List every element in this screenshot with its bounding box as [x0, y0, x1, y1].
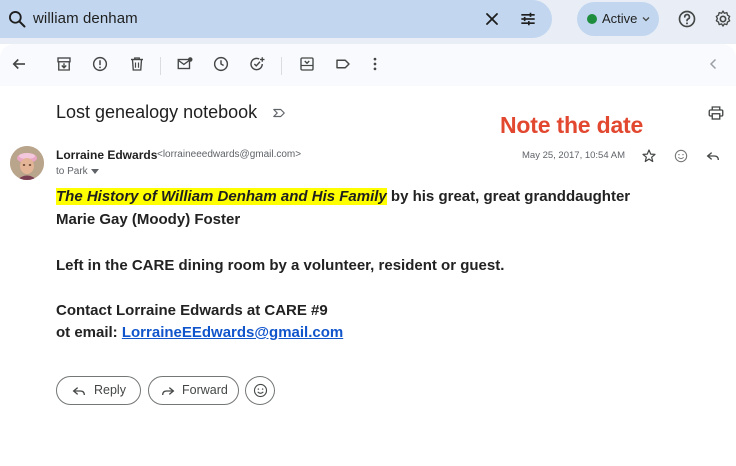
reply-label: Reply [94, 383, 126, 397]
toolbar-divider [160, 57, 161, 75]
search-options-icon[interactable] [518, 9, 538, 29]
label-icon[interactable] [334, 55, 352, 73]
avatar[interactable] [10, 146, 44, 180]
message-toolbar [0, 44, 736, 86]
email-line: ot email: LorraineEEdwards@gmail.com [56, 322, 726, 344]
status-selector[interactable]: Active [577, 2, 659, 36]
star-icon[interactable] [641, 148, 657, 164]
toolbar-divider [281, 57, 282, 75]
more-icon[interactable] [366, 55, 384, 73]
status-label: Active [602, 11, 638, 26]
recipient-line: to Park [56, 166, 88, 177]
top-bar: william denham Active [0, 0, 736, 44]
email-date: May 25, 2017, 10:54 AM [522, 150, 625, 161]
help-icon[interactable] [677, 9, 697, 29]
report-spam-icon[interactable] [91, 55, 109, 73]
forward-button[interactable]: Forward [148, 376, 239, 405]
annotation-note: Note the date [500, 112, 644, 138]
search-icon[interactable] [7, 9, 27, 29]
book-title: The History of William Denham and His Fa… [56, 188, 387, 205]
mark-unread-icon[interactable] [176, 55, 194, 73]
found-location-line: Left in the CARE dining room by a volunt… [56, 257, 505, 274]
search-input[interactable]: william denham [33, 10, 138, 27]
author-line: Marie Gay (Moody) Foster [56, 211, 241, 228]
contact-email-link[interactable]: LorraineEEdwards@gmail.com [122, 324, 343, 341]
sender-name[interactable]: Lorraine Edwards [56, 148, 157, 162]
status-dot [587, 14, 597, 24]
email-body-paragraph-1: The History of William Denham and His Fa… [56, 186, 726, 208]
previous-icon[interactable] [705, 55, 723, 73]
emoji-icon [253, 383, 268, 398]
recipient-details-caret-icon[interactable] [91, 169, 99, 175]
search-bar[interactable]: william denham [0, 0, 552, 38]
print-icon[interactable] [707, 104, 725, 122]
reply-button[interactable]: Reply [56, 376, 141, 405]
emoji-react-button[interactable] [245, 376, 275, 405]
forward-label: Forward [182, 383, 228, 397]
email-line-prefix: ot email: [56, 324, 122, 341]
snooze-icon[interactable] [212, 55, 230, 73]
chevron-down-icon [642, 17, 650, 22]
settings-icon[interactable] [713, 9, 733, 29]
add-to-tasks-icon[interactable] [248, 55, 266, 73]
contact-line: Contact Lorraine Edwards at CARE #9 [56, 302, 328, 319]
back-icon[interactable] [10, 55, 28, 73]
email-subject: Lost genealogy notebook [56, 102, 258, 122]
forward-icon [162, 387, 175, 396]
emoji-reaction-icon[interactable] [673, 148, 689, 164]
archive-icon[interactable] [55, 55, 73, 73]
move-to-icon[interactable] [298, 55, 316, 73]
sender-email: <lorraineeedwards@gmail.com> [157, 149, 302, 160]
delete-icon[interactable] [128, 55, 146, 73]
clear-icon[interactable] [482, 9, 502, 29]
avatar-photo [10, 146, 44, 180]
book-byline: by his great, great granddaughter [386, 188, 631, 205]
importance-marker-icon[interactable] [272, 106, 286, 120]
reply-icon[interactable] [705, 148, 721, 164]
reply-icon [72, 387, 85, 396]
